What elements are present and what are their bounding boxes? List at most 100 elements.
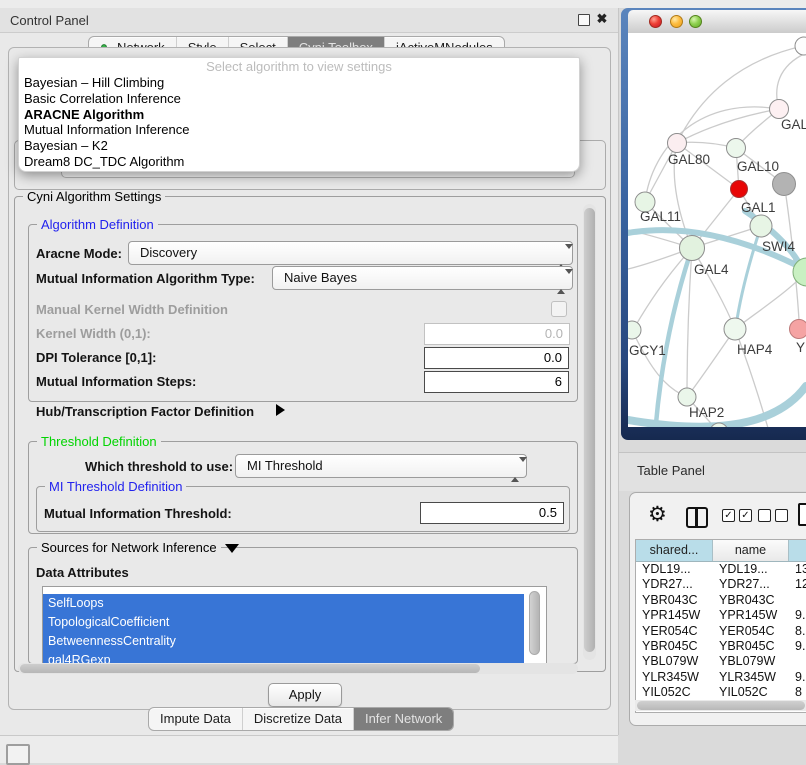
which-threshold-combo[interactable]: MI Threshold [235,454,527,478]
settings-horizontal-scrollbar[interactable] [18,663,578,674]
node-gal4[interactable] [680,236,705,261]
table-horizontal-scrollbar[interactable] [635,700,806,711]
deselect-all-checkboxes-icon[interactable] [758,509,788,522]
mi-threshold-field[interactable]: 0.5 [420,502,564,524]
aracne-mode-label: Aracne Mode: [36,246,122,261]
node-gal1[interactable] [750,215,772,237]
list-scrollbar[interactable] [529,591,540,657]
algorithm-option[interactable]: Dream8 DC_TDC Algorithm [19,154,579,170]
algorithm-option[interactable]: Bayesian – Hill Climbing [19,75,579,91]
mi-type-combo[interactable]: Naive Bayes [272,266,573,290]
algorithm-definition-label: Algorithm Definition [37,217,158,232]
node-attribute-table: shared... name YDL19... YDL19... 13 YDR2… [635,539,806,713]
column-header-partial[interactable] [789,540,806,561]
cell: 8. [789,624,806,639]
list-item[interactable]: BetweennessCentrality [43,632,524,651]
node-labels: GAL GAL80 GAL10 GAL1 GAL11 GAL4 SWI4 GCY… [629,117,806,420]
table-row[interactable]: YDR27... YDR27... 12 [636,577,806,592]
column-header-shared[interactable]: shared... [636,540,713,561]
screen: { "icons": { "close_glyph": "✖", "gear_g… [0,0,806,762]
algorithm-option[interactable]: Bayesian – K2 [19,138,579,154]
cell: YPR145W [713,608,789,623]
node-gal10[interactable] [727,139,746,158]
tab-impute-data[interactable]: Impute Data [149,708,243,730]
gear-icon[interactable]: ⚙ [648,504,667,525]
columns-icon[interactable] [686,507,708,528]
list-item[interactable]: TopologicalCoefficient [43,613,524,632]
table-panel-window: ⚙ ✓ ✓ shared... name YDL19... YDL19... 1… [629,492,806,726]
cell: YBL079W [713,654,789,669]
checked-box-icon: ✓ [739,509,752,522]
node-label: HAP4 [737,342,773,357]
node-gcy1[interactable] [628,321,641,339]
which-threshold-label: Which threshold to use: [85,459,233,474]
node-red[interactable] [731,181,748,198]
mi-threshold-group-label: MI Threshold Definition [45,479,186,494]
unchecked-box-icon [758,509,771,522]
table-row[interactable]: YPR145W YPR145W 9. [636,608,806,623]
node-label: GAL [781,117,806,132]
mi-steps-field[interactable]: 6 [424,371,569,393]
kernel-width-field[interactable]: 0.0 [424,323,570,345]
table-panel-title: Table Panel [637,463,705,478]
zoom-traffic-light[interactable] [689,15,702,28]
node-gal-partial[interactable] [770,100,789,119]
manual-kernel-label: Manual Kernel Width Definition [36,302,228,317]
algorithm-option-selected[interactable]: ARACNE Algorithm [19,107,579,123]
table-row[interactable]: YBR043C YBR043C [636,593,806,608]
document-icon[interactable] [798,503,806,526]
network-canvas[interactable]: GAL GAL80 GAL10 GAL1 GAL11 GAL4 SWI4 GCY… [628,33,806,427]
table-row[interactable]: YBR045C YBR045C 9. [636,639,806,654]
float-window-icon[interactable] [578,14,590,26]
network-view-window: GAL GAL80 GAL10 GAL1 GAL11 GAL4 SWI4 GCY… [621,8,806,440]
node-label: GAL80 [668,152,710,167]
close-traffic-light[interactable] [649,15,662,28]
cyni-bottom-tabbar: Impute Data Discretize Data Infer Networ… [148,707,454,731]
tab-infer-network[interactable]: Infer Network [354,708,453,730]
algorithm-dropdown-prompt: Select algorithm to view settings [19,58,579,75]
node-gal80[interactable] [668,134,687,153]
settings-vertical-scrollbar[interactable] [583,204,596,660]
close-icon[interactable]: ✖ [596,13,608,25]
list-item[interactable]: SelfLoops [43,594,524,613]
bottom-strip [0,735,618,763]
network-graph: GAL GAL80 GAL10 GAL1 GAL11 GAL4 SWI4 GCY… [628,33,806,427]
table-row[interactable]: YER054C YER054C 8. [636,624,806,639]
manual-kernel-checkbox[interactable] [551,301,567,317]
dpi-tolerance-field[interactable]: 0.0 [424,347,569,369]
node-salmon[interactable] [790,320,806,339]
dpi-tolerance-label: DPI Tolerance [0,1]: [36,350,156,365]
node-hap2[interactable] [678,388,696,406]
aracne-mode-value: Discovery [140,245,197,260]
cell: 13 [789,562,806,577]
node-label: Y [796,340,805,355]
algorithm-option[interactable]: Mutual Information Inference [19,122,579,138]
control-panel-window: Control Panel ✖ Network Style Select Cyn… [0,8,619,735]
node-label: GAL11 [640,209,681,224]
node-partial-top[interactable] [795,37,806,55]
column-header-name[interactable]: name [713,540,789,561]
data-attributes-list: SelfLoops TopologicalCoefficient Between… [42,586,547,664]
select-all-checkboxes-icon[interactable]: ✓ ✓ [722,509,752,522]
table-row[interactable]: YLR345W YLR345W 9. [636,670,806,685]
algorithm-option[interactable]: Basic Correlation Inference [19,91,579,107]
expand-arrow-icon[interactable] [276,404,285,416]
tab-discretize-data[interactable]: Discretize Data [243,708,354,730]
kernel-width-label: Kernel Width (0,1): [36,326,151,341]
node-gray[interactable] [773,173,796,196]
table-row[interactable]: YBL079W YBL079W [636,654,806,669]
checked-box-icon: ✓ [722,509,735,522]
apply-button[interactable]: Apply [268,683,342,707]
node-hap4[interactable] [724,318,746,340]
control-panel-title: Control Panel [10,13,89,28]
aracne-mode-combo[interactable]: Discovery [128,241,573,265]
network-window-titlebar[interactable] [628,10,806,34]
table-row[interactable]: YDL19... YDL19... 13 [636,562,806,577]
collapse-arrow-icon[interactable] [225,544,239,553]
sources-group-label: Sources for Network Inference [37,540,221,555]
node-label: GCY1 [629,343,666,358]
table-row[interactable]: YIL052C YIL052C 8 [636,685,806,700]
minimize-traffic-light[interactable] [670,15,683,28]
table-header-row: shared... name [636,540,806,562]
cell: YIL052C [636,685,713,700]
